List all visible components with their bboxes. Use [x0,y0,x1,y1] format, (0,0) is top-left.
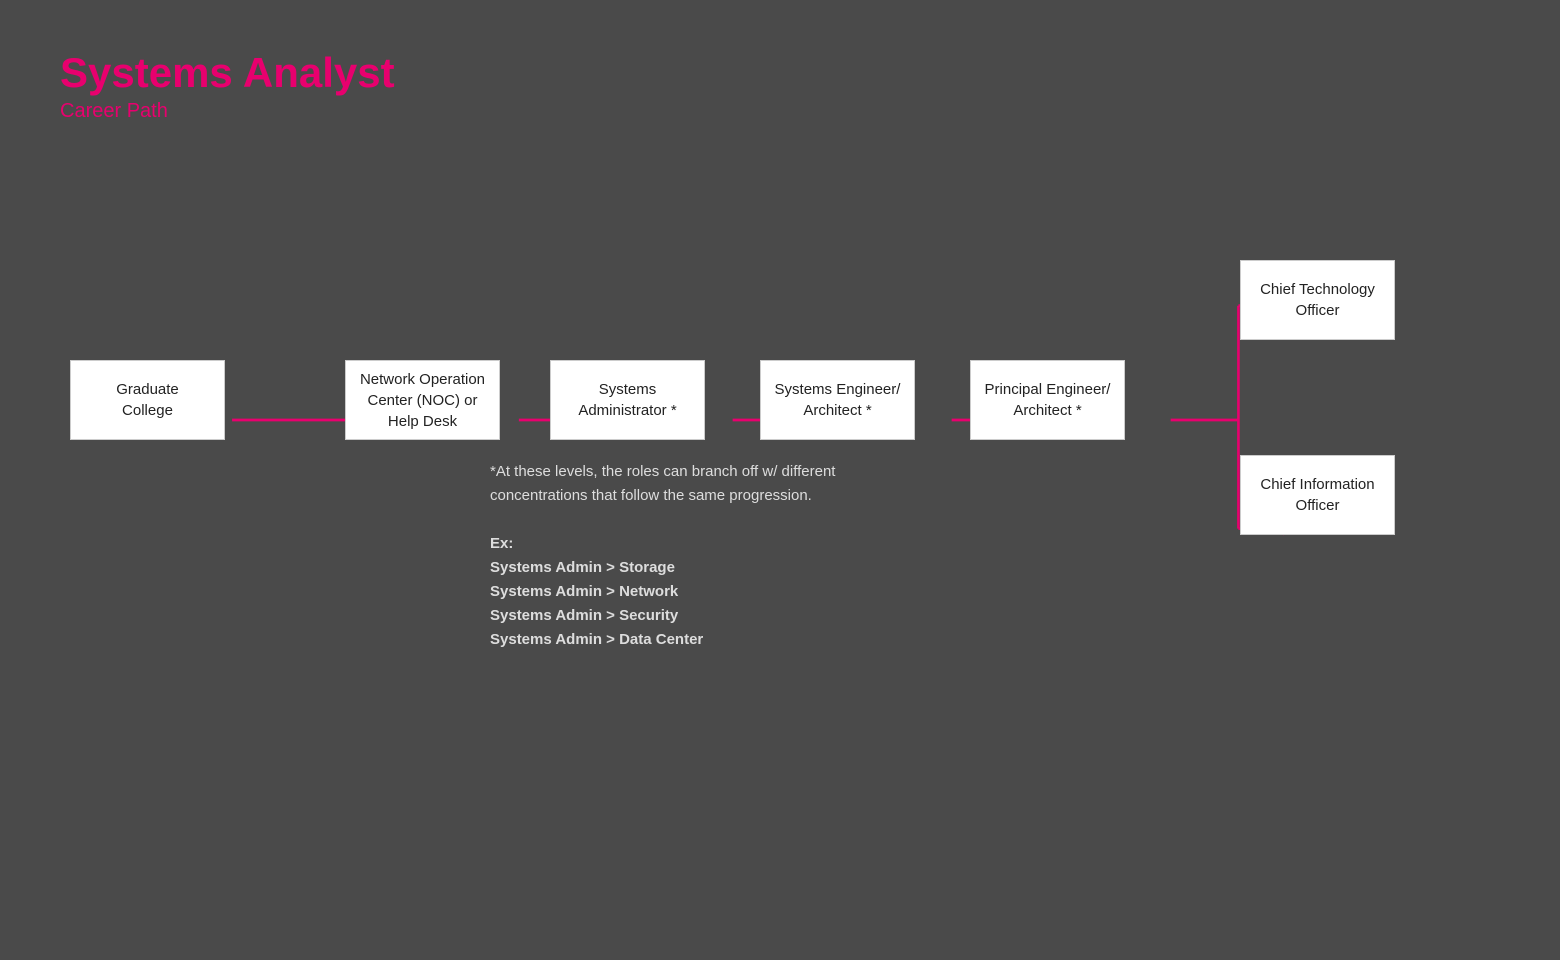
note-area: *At these levels, the roles can branch o… [490,460,835,652]
box-noc: Network OperationCenter (NOC) orHelp Des… [345,360,500,440]
note-line2: concentrations that follow the same prog… [490,484,835,508]
box-sysadmin: SystemsAdministrator * [550,360,705,440]
note-line5: Systems Admin > Network [490,580,835,604]
note-line3: Ex: [490,532,835,556]
box-graduate: GraduateCollege [70,360,225,440]
page-subtitle: Career Path [60,100,395,123]
note-line1: *At these levels, the roles can branch o… [490,460,835,484]
box-cto: Chief TechnologyOfficer [1240,260,1395,340]
box-sysengineer: Systems Engineer/Architect * [760,360,915,440]
note-line4: Systems Admin > Storage [490,556,835,580]
note-line7: Systems Admin > Data Center [490,628,835,652]
header: Systems Analyst Career Path [60,50,395,123]
box-cio: Chief InformationOfficer [1240,455,1395,535]
box-principal: Principal Engineer/Architect * [970,360,1125,440]
note-line6: Systems Admin > Security [490,604,835,628]
page-title: Systems Analyst [60,50,395,96]
